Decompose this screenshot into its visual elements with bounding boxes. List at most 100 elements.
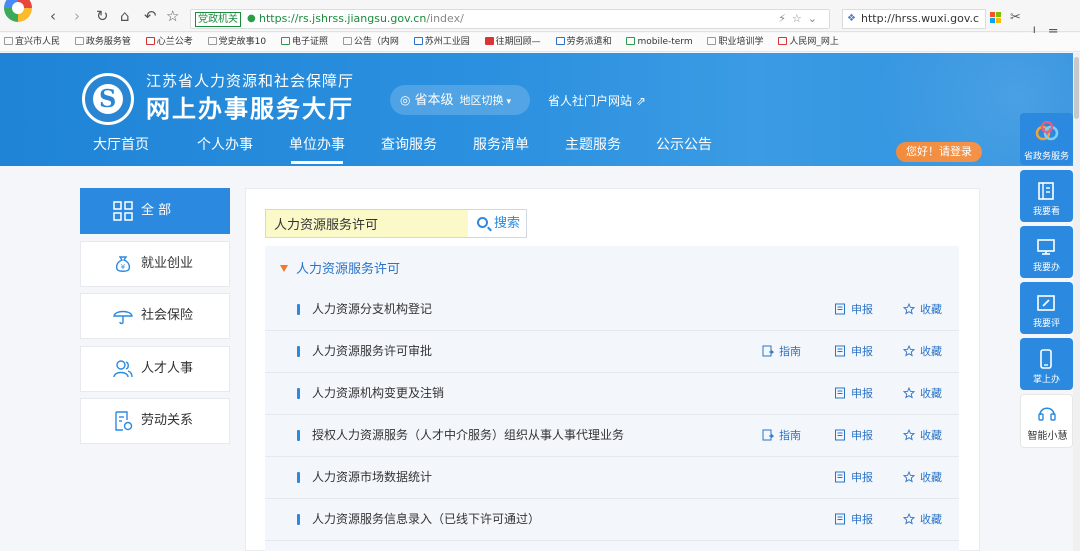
bookmark-item[interactable]: 人民网_网上: [778, 33, 839, 51]
do-button[interactable]: 我要办: [1020, 226, 1073, 278]
url-text: https://rs.jshrss.jiangsu.gov.cn/index/: [259, 12, 464, 25]
bookmark-item[interactable]: 公告（内网: [342, 33, 399, 51]
star-icon: [903, 471, 915, 483]
monitor-icon: [1037, 239, 1055, 255]
review-button[interactable]: 我要评: [1020, 282, 1073, 334]
category-label: 全 部: [141, 203, 172, 218]
undo-icon[interactable]: ↶: [144, 8, 157, 24]
star-icon: [903, 513, 915, 525]
star-icon[interactable]: ☆: [166, 8, 179, 24]
search-input[interactable]: [266, 210, 468, 237]
login-button[interactable]: 您好！请登录: [896, 142, 982, 162]
secondary-address-bar[interactable]: http://hrss.wuxi.gov.c: [842, 9, 986, 29]
category-social-insurance[interactable]: 社会保险: [80, 293, 230, 339]
nav-home[interactable]: 大厅首页: [93, 136, 149, 166]
service-name[interactable]: 授权人力资源服务（人才中介服务）组织从事人事代理业务: [312, 427, 624, 443]
document-settings-icon: [115, 411, 133, 431]
category-all[interactable]: 全 部: [80, 188, 230, 234]
apply-button[interactable]: 申报: [834, 387, 873, 400]
favorite-button[interactable]: 收藏: [903, 345, 942, 358]
bookmarks-bar: 宜兴市人民 政务服务管 心兰公考 党史故事10 电子证照 公告（内网 苏州工业园…: [0, 33, 1080, 52]
view-button[interactable]: 我要看: [1020, 170, 1073, 222]
nav-unit[interactable]: 单位办事: [289, 136, 345, 166]
assistant-button[interactable]: 智能小慧: [1020, 394, 1073, 448]
star-icon: [903, 345, 915, 357]
address-actions-icon[interactable]: ⚡☆⌄: [778, 10, 823, 28]
bookmark-item[interactable]: 党史故事10: [207, 33, 266, 51]
favorite-button[interactable]: 收藏: [903, 387, 942, 400]
guide-icon: [762, 345, 774, 357]
result-row: 人力资源服务信息录入（已线下许可通过） 申报 收藏: [265, 499, 959, 541]
category-talent[interactable]: 人才人事: [80, 346, 230, 392]
gov-badge: 党政机关: [195, 12, 241, 27]
portal-link[interactable]: 省人社门户网站 ⇗: [548, 92, 646, 109]
favorite-button[interactable]: 收藏: [903, 429, 942, 442]
bookmark-item[interactable]: 宜兴市人民: [4, 33, 60, 51]
service-name[interactable]: 人力资源服务信息录入（已线下许可通过）: [312, 511, 540, 527]
book-icon: [1038, 182, 1054, 200]
service-name[interactable]: 人力资源机构变更及注销: [312, 385, 444, 401]
gov-service-icon: [1035, 120, 1059, 141]
site-header: 江苏省人力资源和社会保障厅 网上办事服务大厅 ◎省本级地区切换▾ 省人社门户网站…: [0, 53, 1080, 166]
site-logo-icon[interactable]: [82, 73, 134, 125]
region-current: 省本级: [414, 93, 454, 108]
document-icon: [835, 345, 845, 357]
service-name[interactable]: 人力资源服务许可审批: [312, 343, 432, 359]
nav-service-list[interactable]: 服务清单: [473, 136, 529, 166]
bookmark-item[interactable]: 职业培训学: [707, 33, 764, 51]
browser-toolbar: ‹ › ↻ ⌂ ↶ ☆ 党政机关 ● https://rs.jshrss.jia…: [0, 0, 1080, 40]
svg-text:¥: ¥: [121, 263, 126, 271]
search-button[interactable]: 搜索: [470, 210, 526, 237]
category-employment[interactable]: ¥ 就业创业: [80, 241, 230, 287]
nav-query[interactable]: 查询服务: [381, 136, 437, 166]
scrollbar-thumb[interactable]: [1074, 57, 1079, 119]
home-icon[interactable]: ⌂: [120, 8, 130, 24]
category-label: 劳动关系: [141, 413, 194, 428]
reload-icon[interactable]: ↻: [96, 8, 109, 24]
service-name[interactable]: 人力资源市场数据统计: [312, 469, 432, 485]
service-name[interactable]: 人力资源分支机构登记: [312, 301, 432, 317]
nav-personal[interactable]: 个人办事: [197, 136, 253, 166]
apply-button[interactable]: 申报: [834, 345, 873, 358]
expand-triangle-icon: [280, 265, 288, 272]
bookmark-item[interactable]: 心兰公考: [145, 33, 193, 51]
category-labor-relations[interactable]: 劳动关系: [80, 398, 230, 444]
mobile-button[interactable]: 掌上办: [1020, 338, 1073, 390]
star-icon: [903, 387, 915, 399]
document-icon: [835, 429, 845, 441]
apply-button[interactable]: 申报: [834, 303, 873, 316]
document-icon: [835, 513, 845, 525]
result-row: 授权人力资源服务（人才中介服务）组织从事人事代理业务 指南 申报 收藏: [265, 415, 959, 457]
guide-icon: [762, 429, 774, 441]
region-switcher[interactable]: ◎ 省本级 地区切换 ▾: [390, 85, 530, 115]
category-label: 社会保险: [141, 308, 194, 323]
apply-button[interactable]: 申报: [834, 513, 873, 526]
bookmark-item[interactable]: 往期回顾—: [484, 33, 541, 51]
favorite-button[interactable]: 收藏: [903, 303, 942, 316]
nav-notices[interactable]: 公示公告: [656, 136, 712, 166]
share-icon: ⇗: [635, 94, 646, 108]
bookmark-item[interactable]: 电子证照: [281, 33, 328, 51]
bookmark-item[interactable]: 苏州工业园: [413, 33, 470, 51]
apply-button[interactable]: 申报: [834, 471, 873, 484]
result-row: 人力资源机构变更及注销 申报 收藏: [265, 373, 959, 415]
bookmark-item[interactable]: 劳务派遣和: [555, 33, 612, 51]
document-icon: [835, 387, 845, 399]
money-bag-icon: ¥: [115, 256, 131, 272]
apply-button[interactable]: 申报: [834, 429, 873, 442]
gov-service-button[interactable]: 省政务服务: [1020, 113, 1073, 165]
bookmark-item[interactable]: mobile-term: [626, 33, 693, 51]
guide-button[interactable]: 指南: [762, 345, 801, 358]
apps-grid-icon[interactable]: [990, 12, 1002, 24]
favorite-button[interactable]: 收藏: [903, 513, 942, 526]
group-header[interactable]: 人力资源服务许可: [280, 258, 400, 277]
page-scrollbar[interactable]: [1073, 53, 1080, 551]
headset-icon: [1038, 407, 1056, 421]
nav-themes[interactable]: 主题服务: [565, 136, 621, 166]
favorite-button[interactable]: 收藏: [903, 471, 942, 484]
forward-icon[interactable]: ›: [74, 8, 80, 24]
bookmark-item[interactable]: 政务服务管: [74, 33, 131, 51]
address-bar[interactable]: 党政机关 ● https://rs.jshrss.jiangsu.gov.cn/…: [190, 9, 830, 29]
back-icon[interactable]: ‹: [50, 8, 56, 24]
guide-button[interactable]: 指南: [762, 429, 801, 442]
